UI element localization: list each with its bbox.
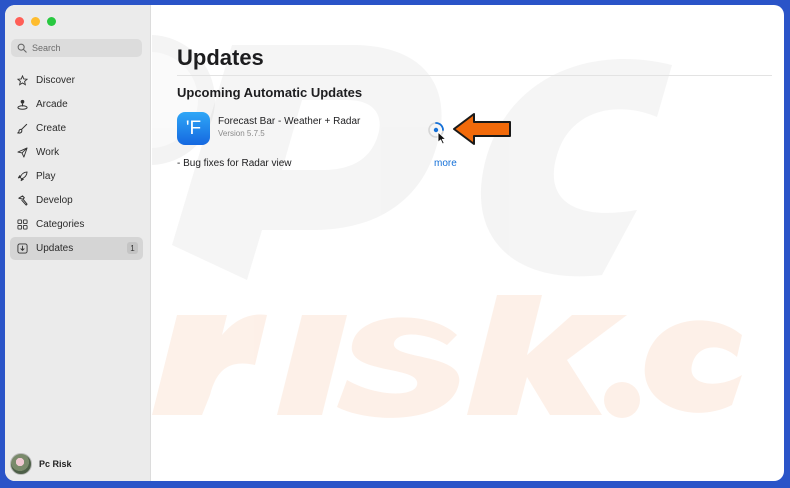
download-icon	[16, 243, 28, 255]
profile-name: Pc Risk	[39, 459, 72, 469]
sidebar-item-create[interactable]: Create	[10, 117, 143, 140]
window-controls	[15, 17, 56, 26]
search-input[interactable]	[32, 43, 132, 53]
sidebar-item-develop[interactable]: Develop	[10, 189, 143, 212]
paper-plane-icon	[16, 147, 28, 159]
divider	[177, 75, 772, 76]
forecast-bar-app-icon[interactable]: 'F	[177, 112, 210, 145]
app-store-window: Discover Arcade Create Work	[5, 5, 784, 481]
sidebar-item-label: Create	[36, 123, 67, 134]
sidebar-nav: Discover Arcade Create Work Play Develop…	[10, 69, 143, 261]
mouse-pointer-icon	[437, 131, 447, 145]
sidebar-item-label: Play	[36, 171, 56, 182]
joystick-icon	[16, 99, 28, 111]
sidebar-item-label: Work	[36, 147, 60, 158]
zoom-window-button[interactable]	[47, 17, 56, 26]
app-name[interactable]: Forecast Bar - Weather + Radar	[218, 116, 360, 127]
grid-icon	[16, 219, 28, 231]
section-title: Upcoming Automatic Updates	[177, 85, 363, 100]
brush-icon	[16, 123, 28, 135]
star-icon	[16, 75, 28, 87]
hammer-icon	[16, 195, 28, 207]
sidebar-item-updates[interactable]: Updates 1	[10, 237, 143, 260]
sidebar-item-label: Categories	[36, 219, 85, 230]
search-icon	[17, 43, 27, 53]
rocket-icon	[16, 171, 28, 183]
annotation-arrow-icon	[453, 113, 511, 145]
account-profile[interactable]: Pc Risk	[10, 453, 72, 475]
release-notes: - Bug fixes for Radar view	[177, 158, 292, 169]
sidebar-item-categories[interactable]: Categories	[10, 213, 143, 236]
avatar	[10, 453, 32, 475]
updates-count-badge: 1	[127, 242, 138, 254]
minimize-window-button[interactable]	[31, 17, 40, 26]
sidebar: Discover Arcade Create Work	[5, 5, 151, 481]
more-link[interactable]: more	[434, 158, 457, 169]
page-title: Updates	[177, 45, 264, 70]
sidebar-item-discover[interactable]: Discover	[10, 69, 143, 92]
sidebar-item-work[interactable]: Work	[10, 141, 143, 164]
sidebar-item-label: Develop	[36, 195, 73, 206]
sidebar-item-label: Discover	[36, 75, 75, 86]
search-field[interactable]	[11, 39, 142, 57]
main-content: Updates Upcoming Automatic Updates 'F Fo…	[152, 5, 784, 481]
sidebar-item-label: Updates	[36, 243, 74, 254]
sidebar-item-label: Arcade	[36, 99, 68, 110]
sidebar-item-play[interactable]: Play	[10, 165, 143, 188]
app-version: Version 5.7.5	[218, 129, 265, 138]
sidebar-item-arcade[interactable]: Arcade	[10, 93, 143, 116]
watermark	[152, 35, 742, 418]
close-window-button[interactable]	[15, 17, 24, 26]
